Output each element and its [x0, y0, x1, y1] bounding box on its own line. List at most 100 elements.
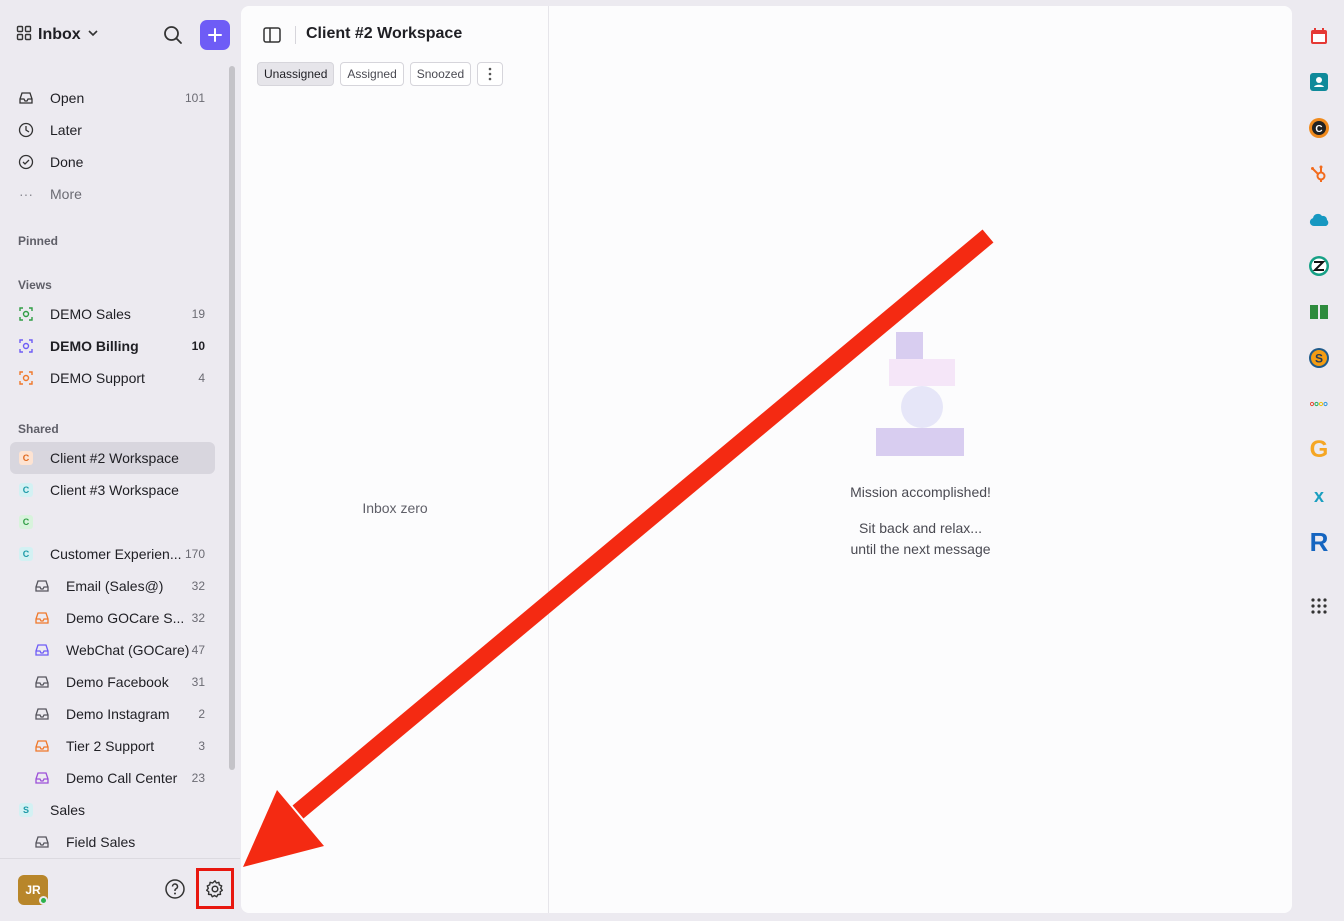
inbox-count: 47: [191, 643, 205, 657]
workspace-label: Client #3 Workspace: [50, 482, 179, 498]
workspace-badge: C: [19, 547, 33, 561]
view-demo-support[interactable]: DEMO Support 4: [10, 364, 215, 392]
view-label: DEMO Billing: [50, 338, 139, 354]
nav-open-label: Open: [50, 90, 85, 106]
inbox-label: Field Sales: [66, 834, 136, 850]
apps-grid-icon[interactable]: [1306, 593, 1332, 619]
book-icon[interactable]: [1306, 299, 1332, 325]
svg-text:S: S: [1315, 352, 1323, 366]
empty-state-line: Sit back and relax...: [859, 520, 982, 536]
view-demo-billing[interactable]: DEMO Billing 10: [10, 332, 215, 360]
settings-button[interactable]: [196, 868, 234, 909]
workspace-label: Sales: [50, 802, 86, 818]
inbox-icon: [34, 738, 50, 754]
workspace-count: 170: [184, 547, 205, 561]
inbox-count: 31: [191, 675, 205, 689]
inbox-icon: [34, 578, 50, 594]
view-icon: [18, 370, 34, 386]
sidebar: Inbox Open 101 Later Done ··· More Pinne…: [0, 0, 240, 921]
inbox-label: WebChat (GOCare): [66, 642, 190, 658]
views-heading: Views: [18, 278, 52, 292]
view-label: DEMO Sales: [50, 306, 131, 322]
help-icon: [165, 879, 185, 899]
workspace-label: Customer Experien...: [50, 546, 182, 562]
workspace-customer-experience[interactable]: C Customer Experien... 170: [10, 540, 215, 568]
shared-heading: Shared: [18, 422, 59, 436]
more-options-button[interactable]: [477, 62, 504, 86]
sidebar-scrollbar[interactable]: [229, 66, 235, 770]
inbox-label: Demo Instagram: [66, 706, 170, 722]
pinned-heading: Pinned: [18, 234, 59, 248]
inbox-demo-instagram[interactable]: Demo Instagram 2: [10, 700, 215, 728]
clock-icon: [18, 122, 34, 138]
nav-done[interactable]: Done: [10, 148, 215, 176]
x-icon[interactable]: x: [1306, 483, 1332, 509]
nav-done-label: Done: [50, 154, 84, 170]
workspace-sales[interactable]: S Sales: [10, 796, 215, 824]
workspace-client-2[interactable]: C Client #2 Workspace: [10, 442, 215, 474]
g-icon[interactable]: G: [1306, 436, 1332, 463]
svg-text:C: C: [1315, 124, 1322, 135]
workspace-badge: C: [19, 451, 33, 465]
inbox-switcher[interactable]: Inbox: [16, 24, 99, 46]
chevron-down-icon: [87, 26, 99, 44]
tab-unassigned[interactable]: Unassigned: [257, 62, 335, 86]
empty-state-line: until the next message: [850, 541, 991, 557]
hubspot-icon[interactable]: [1306, 161, 1332, 187]
online-status-dot: [39, 896, 48, 905]
workspace-badge: S: [19, 803, 33, 817]
zendesk-icon[interactable]: [1306, 253, 1332, 279]
inbox-label: Demo Facebook: [66, 674, 169, 690]
copper-icon[interactable]: C: [1306, 115, 1332, 141]
inbox-icon: [34, 770, 50, 786]
sidebar-toggle-icon: [263, 27, 281, 43]
inbox-title: Inbox: [38, 26, 81, 43]
conversation-list: Client #2 Workspace Unassigned Assigned …: [241, 6, 549, 913]
stripe-s-icon[interactable]: S: [1306, 345, 1332, 371]
nav-open[interactable]: Open 101: [10, 84, 215, 112]
view-count: 4: [198, 371, 205, 385]
workspace-badge: C: [19, 483, 33, 497]
inbox-label: Demo GOCare S...: [66, 610, 185, 626]
inbox-field-sales[interactable]: Field Sales: [10, 828, 215, 856]
workspace-client-3[interactable]: C Client #3 Workspace: [10, 476, 215, 504]
gear-icon: [206, 879, 223, 897]
inbox-demo-facebook[interactable]: Demo Facebook 31: [10, 668, 215, 696]
search-icon: [164, 26, 182, 44]
tab-assigned[interactable]: Assigned: [340, 62, 404, 86]
contact-card-icon[interactable]: [1306, 69, 1332, 95]
sidebar-header: Inbox: [0, 0, 240, 68]
new-message-button[interactable]: [200, 20, 230, 50]
view-demo-sales[interactable]: DEMO Sales 19: [10, 300, 215, 328]
assignment-tabs: Unassigned Assigned Snoozed: [257, 62, 504, 86]
inbox-demo-call-center[interactable]: Demo Call Center 23: [10, 764, 215, 792]
inbox-label: Tier 2 Support: [66, 738, 155, 754]
inbox-demo-gocare[interactable]: Demo GOCare S... 32: [10, 604, 215, 632]
inbox-icon: [18, 90, 34, 106]
inbox-count: 32: [191, 611, 205, 625]
view-label: DEMO Support: [50, 370, 145, 386]
grid-icon: [16, 25, 32, 46]
inbox-tier-2-support[interactable]: Tier 2 Support 3: [10, 732, 215, 760]
search-button[interactable]: [161, 23, 185, 47]
dots-color-icon[interactable]: [1306, 391, 1332, 417]
calendar-icon[interactable]: [1306, 23, 1332, 49]
empty-state-subtitle: Sit back and relax... until the next mes…: [549, 518, 1292, 560]
workspace-unnamed[interactable]: C: [10, 508, 215, 536]
r-icon[interactable]: R: [1306, 527, 1332, 557]
inbox-webchat[interactable]: WebChat (GOCare) 47: [10, 636, 215, 664]
toggle-sidebar-button[interactable]: [262, 25, 282, 45]
view-count: 10: [191, 339, 205, 353]
help-button[interactable]: [164, 878, 186, 900]
workspace-badge: C: [19, 515, 33, 529]
plus-icon: [208, 28, 222, 42]
inbox-zero-text: Inbox zero: [362, 500, 428, 516]
inbox-count: 2: [198, 707, 205, 721]
nav-more[interactable]: ··· More: [10, 180, 215, 208]
nav-later[interactable]: Later: [10, 116, 215, 144]
tab-snoozed[interactable]: Snoozed: [409, 62, 472, 86]
inbox-icon: [34, 834, 50, 850]
view-icon: [18, 306, 34, 322]
salesforce-icon[interactable]: [1306, 207, 1332, 233]
inbox-email-sales[interactable]: Email (Sales@) 32: [10, 572, 215, 600]
